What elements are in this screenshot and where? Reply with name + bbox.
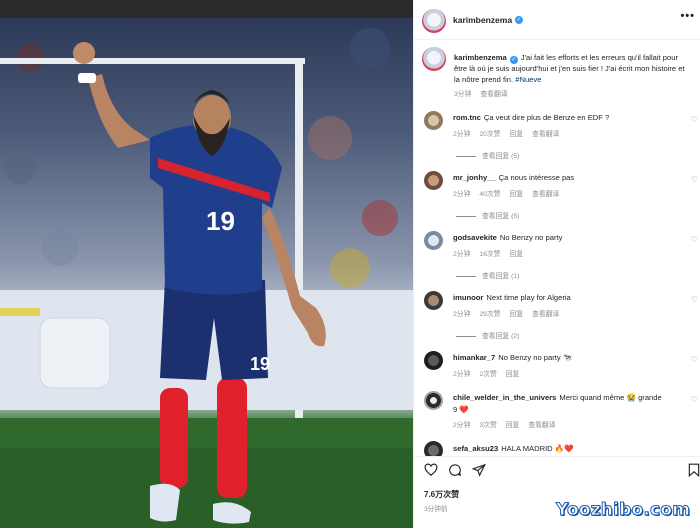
reply-link[interactable]: 回复 [510,311,524,318]
caption-translate-link[interactable]: 查看翻译 [480,91,507,98]
comment-meta: 2分钟 29次赞 回复 查看翻译 [453,311,560,318]
comment-username[interactable]: mr_jonhy__ [453,173,496,182]
comment-username[interactable]: himankar_7 [453,353,495,362]
heart-icon[interactable] [424,463,438,477]
caption-username[interactable]: karimbenzema [454,53,507,62]
comment-meta: 2分钟 3次赞 回复 查看翻译 [453,422,556,429]
view-replies-link[interactable]: 查看回复 (5) [456,150,519,160]
comment-text: rom.tnc Ça veut dire plus de Benze en EDF… [453,113,610,122]
comment-username[interactable]: imunoor [453,293,483,302]
comment-avatar[interactable] [424,291,443,310]
comment-like-icon[interactable]: ♡ [691,235,698,244]
comment-avatar[interactable] [424,171,443,190]
view-replies-link[interactable]: 查看回复 (5) [456,210,519,220]
view-replies-link[interactable]: 查看回复 (2) [456,330,519,340]
more-icon[interactable]: ••• [680,10,695,22]
caption-meta: 3分钟 查看翻译 [454,88,517,98]
post-timestamp: 3分钟前 [424,506,448,513]
comment-like-icon[interactable]: ♡ [691,115,698,124]
comment-like-icon[interactable]: ♡ [691,355,698,364]
comment-avatar[interactable] [424,391,443,410]
instagram-post-view: 19 19 karimbenzema ✓ ••• karimbenzema ✓ J'… [0,0,700,528]
reply-link[interactable]: 回复 [510,131,524,138]
translate-link[interactable]: 查看翻译 [532,191,559,198]
comment-text: himankar_7 No Benzy no party 🐄 [453,353,573,362]
translate-link[interactable]: 查看翻译 [532,311,559,318]
caption-avatar[interactable] [422,47,446,71]
verified-icon: ✓ [509,56,518,64]
caption-time: 3分钟 [454,91,472,98]
comments-panel: karimbenzema ✓ ••• karimbenzema ✓ J'ai fai… [413,0,700,528]
verified-icon: ✓ [515,16,523,24]
reply-link[interactable]: 回复 [510,251,524,258]
share-icon[interactable] [472,463,486,477]
comment-text-continued: 9 ❤️ [453,405,469,414]
comment-text: godsavekite No Benzy no party [453,233,563,242]
post-caption: karimbenzema ✓ J'ai fait les efforts et le… [454,52,690,86]
author-avatar[interactable] [422,9,446,33]
comment-meta: 2分钟 16次赞 回复 [453,251,524,258]
post-header: karimbenzema ✓ ••• [414,0,700,40]
reply-link[interactable]: 回复 [506,422,520,429]
reply-link[interactable]: 回复 [506,371,520,378]
comment-avatar[interactable] [424,231,443,250]
caption-hashtag[interactable]: #Nueve [515,75,541,84]
translate-link[interactable]: 查看翻译 [532,131,559,138]
reply-link[interactable]: 回复 [510,191,524,198]
bookmark-icon[interactable] [688,463,700,477]
comment-username[interactable]: godsavekite [453,233,497,242]
comment-username[interactable]: rom.tnc [453,113,481,122]
comment-text: chile_welder_in_the_univers Merci quand m… [453,393,662,402]
comment-meta: 2分钟 40次赞 回复 查看翻译 [453,191,560,198]
comment-like-icon[interactable]: ♡ [691,295,698,304]
comment-icon[interactable] [448,463,462,477]
comment-meta: 2分钟 2次赞 回复 [453,371,520,378]
comment-username[interactable]: chile_welder_in_the_univers [453,393,556,402]
comment-avatar[interactable] [424,351,443,370]
comment-text: imunoor Next time play for Algeria [453,293,571,302]
comment-meta: 2分钟 20次赞 回复 查看翻译 [453,131,560,138]
author-username[interactable]: karimbenzema [453,15,512,25]
comment-like-icon[interactable]: ♡ [691,395,698,404]
watermark: Yoozhibo.com [555,500,691,521]
comment-username[interactable]: sefa_aksu23 [453,444,498,453]
post-photo[interactable]: 19 19 [0,18,413,528]
comment-text: sefa_aksu23 HALA MADRID 🔥❤️ [453,444,574,453]
shorts-number: 19 [250,354,270,374]
like-count[interactable]: 7.6万次赞 [424,489,459,500]
comment-text: mr_jonhy__ Ça nous intéresse pas [453,173,575,182]
player-illustration: 19 19 [0,28,413,528]
translate-link[interactable]: 查看翻译 [528,422,555,429]
view-replies-link[interactable]: 查看回复 (1) [456,270,519,280]
jersey-number: 19 [206,206,235,236]
comment-like-icon[interactable]: ♡ [691,175,698,184]
comment-avatar[interactable] [424,111,443,130]
